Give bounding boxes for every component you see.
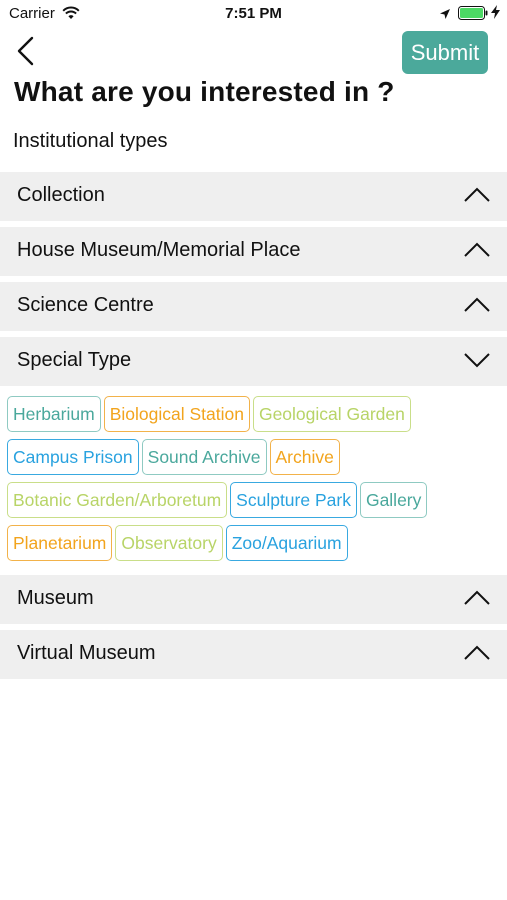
tag-sculpture-park[interactable]: Sculpture Park xyxy=(230,482,357,518)
chevron-left-icon xyxy=(17,36,34,66)
tag-observatory[interactable]: Observatory xyxy=(115,525,223,561)
tag-sound-archive[interactable]: Sound Archive xyxy=(141,439,267,475)
status-bar: Carrier 7:51 PM xyxy=(0,0,507,28)
tag-planetarium[interactable]: Planetarium xyxy=(7,525,113,561)
institution-sections: Collection House Museum/Memorial Place S… xyxy=(0,172,507,685)
tag-herbarium[interactable]: Herbarium xyxy=(7,396,101,432)
tag-geological-garden[interactable]: Geological Garden xyxy=(252,396,411,432)
chevron-up-icon xyxy=(464,297,490,312)
section-label: Virtual Museum xyxy=(17,642,156,664)
battery-icon xyxy=(458,6,488,25)
chevron-up-icon xyxy=(464,187,490,202)
tag-gallery[interactable]: Gallery xyxy=(359,482,428,518)
back-button[interactable] xyxy=(10,34,44,68)
section-house-museum[interactable]: House Museum/Memorial Place xyxy=(0,227,507,276)
page-title: What are you interested in ? xyxy=(14,76,395,107)
special-type-tags: Herbarium Biological Station Geological Ga… xyxy=(0,390,507,570)
section-museum[interactable]: Museum xyxy=(0,575,507,624)
section-virtual-museum[interactable]: Virtual Museum xyxy=(0,630,507,679)
chevron-up-icon xyxy=(464,242,490,257)
tag-biological-station[interactable]: Biological Station xyxy=(103,396,250,432)
section-science-centre[interactable]: Science Centre xyxy=(0,282,507,331)
chevron-up-icon xyxy=(464,645,490,660)
tag-zoo-aquarium[interactable]: Zoo/Aquarium xyxy=(225,525,348,561)
location-arrow-icon xyxy=(439,7,451,25)
section-collection[interactable]: Collection xyxy=(0,172,507,221)
tag-botanic-garden[interactable]: Botanic Garden/Arboretum xyxy=(7,482,228,518)
section-label: Collection xyxy=(17,184,105,206)
tag-archive[interactable]: Archive xyxy=(269,439,340,475)
charging-icon xyxy=(491,5,500,22)
section-label: Museum xyxy=(17,587,94,609)
clock: 7:51 PM xyxy=(225,5,282,22)
section-label: House Museum/Memorial Place xyxy=(17,239,301,261)
section-special-type[interactable]: Special Type xyxy=(0,337,507,386)
chevron-up-icon xyxy=(464,590,490,605)
section-label: Science Centre xyxy=(17,294,154,316)
section-label: Special Type xyxy=(17,349,132,371)
tag-campus-prison[interactable]: Campus Prison xyxy=(7,439,139,475)
chevron-down-icon xyxy=(464,353,490,368)
submit-button[interactable]: Submit xyxy=(402,31,488,74)
page-subtitle: Institutional types xyxy=(13,130,168,152)
